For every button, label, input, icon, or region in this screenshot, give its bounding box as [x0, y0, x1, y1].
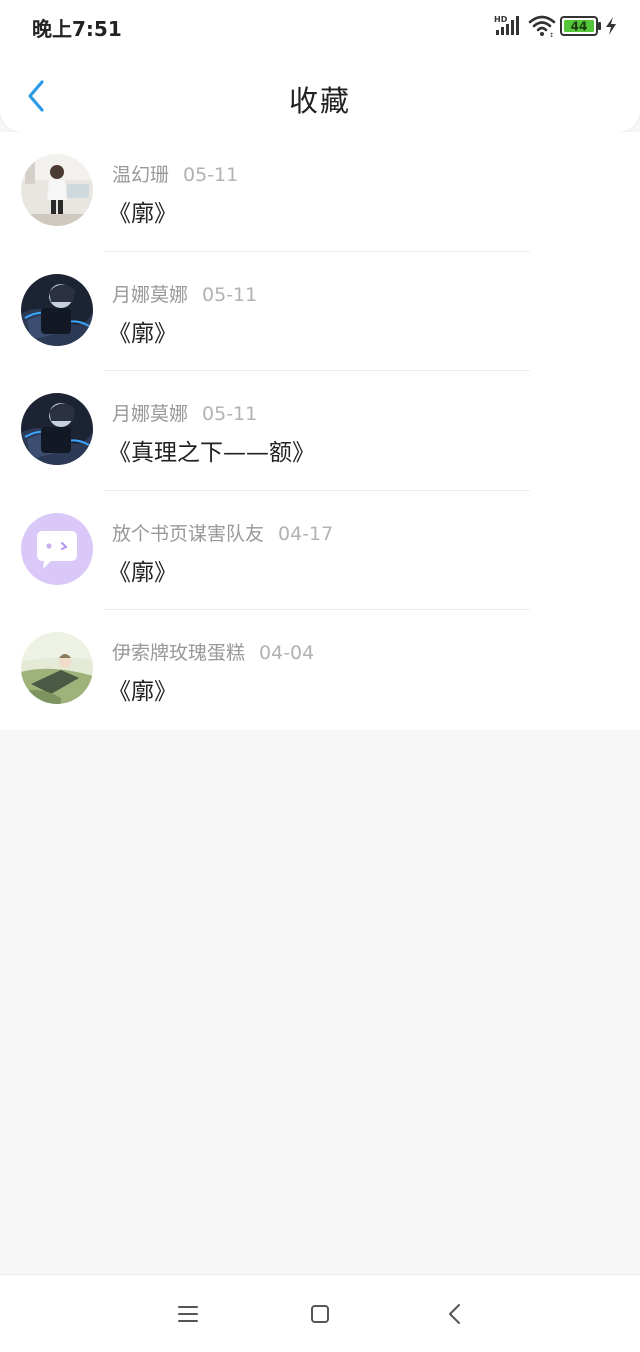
author-name: 伊索牌玫瑰蛋糕 [112, 642, 246, 665]
item-title: 《廓》 [108, 679, 177, 706]
chat-bubble-icon [21, 512, 93, 585]
battery-level: 44 [571, 20, 588, 34]
favorites-list: 温幻珊 05-11 《廓》 月娜莫娜 05-11 《廓》 月娜莫娜 05-11 … [0, 132, 640, 730]
nav-home-button[interactable] [305, 1299, 335, 1329]
item-date: 05-11 [183, 164, 239, 186]
author-name: 放个书页谋害队友 [112, 522, 265, 545]
status-bar: 晚上7:51 HD ↕ 44 [0, 0, 640, 54]
nav-back-button[interactable] [440, 1299, 470, 1329]
item-date: 05-11 [202, 403, 258, 426]
avatar [21, 632, 93, 705]
page-title: 收藏 [288, 84, 351, 118]
favorite-item[interactable]: 月娜莫娜 05-11 《廓》 [0, 252, 640, 372]
home-icon [311, 1305, 329, 1323]
nav-menu-button[interactable] [173, 1299, 203, 1329]
favorite-item[interactable]: 放个书页谋害队友 04-17 《廓》 [0, 491, 640, 611]
author-name: 月娜莫娜 [112, 403, 189, 426]
avatar [21, 273, 93, 346]
back-icon [449, 1304, 460, 1324]
item-meta: 月娜莫娜 05-11 [112, 280, 257, 307]
battery-icon: 44 [560, 16, 601, 36]
item-date: 05-11 [202, 283, 258, 306]
author-name: 温幻珊 [112, 164, 170, 186]
charging-icon [606, 17, 616, 35]
signal-icon: HD [494, 15, 519, 35]
favorite-item[interactable]: 温幻珊 05-11 《廓》 [0, 132, 640, 252]
avatar [21, 393, 93, 466]
wifi-icon: ↕ [528, 15, 556, 38]
system-nav-bar [0, 1274, 640, 1352]
top-card: 晚上7:51 HD ↕ 44 收藏 [0, 0, 640, 132]
avatar [21, 154, 93, 226]
item-meta: 温幻珊 05-11 [112, 160, 238, 187]
avatar [21, 512, 93, 585]
favorite-item[interactable]: 伊索牌玫瑰蛋糕 04-04 《廓》 [0, 610, 640, 730]
item-title: 《廓》 [108, 201, 177, 227]
hd-label: HD [494, 15, 508, 24]
favorite-item[interactable]: 月娜莫娜 05-11 《真理之下——额》 [0, 371, 640, 491]
item-title: 《廓》 [108, 559, 177, 586]
author-name: 月娜莫娜 [112, 283, 189, 306]
item-meta: 月娜莫娜 05-11 [112, 399, 257, 426]
item-meta: 伊索牌玫瑰蛋糕 04-04 [112, 638, 314, 665]
item-date: 04-17 [278, 522, 334, 545]
menu-icon [178, 1306, 198, 1322]
item-title: 《真理之下——额》 [108, 440, 315, 467]
item-date: 04-04 [259, 642, 315, 665]
app-header: 收藏 [0, 60, 640, 132]
status-time: 晚上7:51 [32, 17, 122, 41]
item-meta: 放个书页谋害队友 04-17 [112, 519, 333, 546]
svg-text:↕: ↕ [549, 32, 554, 38]
item-title: 《廓》 [108, 320, 177, 347]
